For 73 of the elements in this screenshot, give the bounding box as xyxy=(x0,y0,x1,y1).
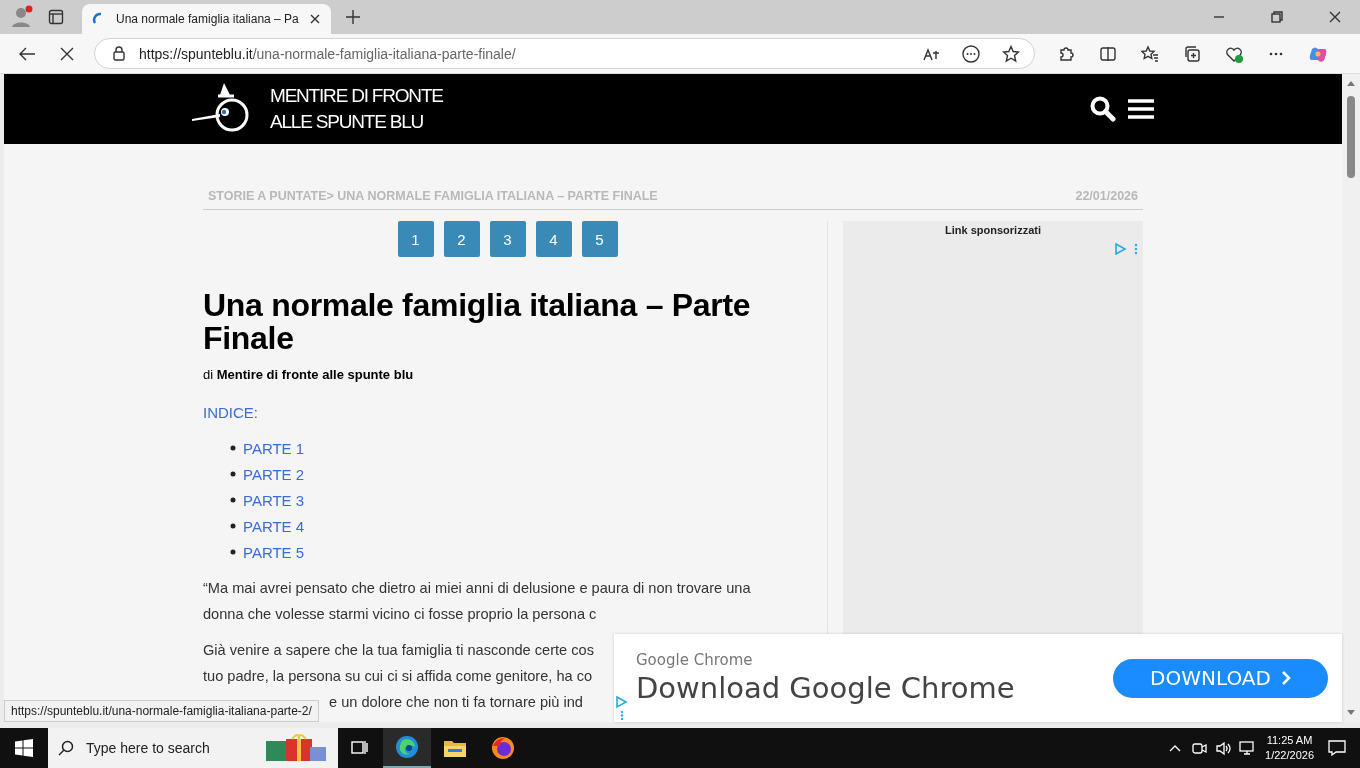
camera-icon[interactable] xyxy=(1191,740,1208,756)
paragraph-line: “Ma mai avrei pensato che dietro ai miei anni di delusione e paura di non trovare una xyxy=(203,579,751,598)
taskbar-search-field[interactable]: Type here to search xyxy=(48,728,338,768)
logo-text: MENTIRE DI FRONTE xyxy=(270,84,443,108)
index-heading: INDICE: xyxy=(203,404,259,421)
ad-label: Link sponsorizzati xyxy=(944,224,1042,236)
favorites-icon[interactable] xyxy=(1141,44,1159,63)
folder-icon[interactable] xyxy=(443,738,467,758)
page-button[interactable]: 3 xyxy=(489,221,526,257)
menu-icon[interactable] xyxy=(1128,98,1154,120)
speaker-icon[interactable] xyxy=(1215,740,1232,756)
post-date: 22/01/2026 xyxy=(1075,189,1138,203)
lock-icon xyxy=(113,46,125,61)
search-icon xyxy=(58,740,74,756)
gift-icon xyxy=(264,733,328,763)
index-link[interactable]: PARTE 2 xyxy=(243,465,305,483)
bullet-icon xyxy=(230,523,236,529)
bullet-icon xyxy=(230,497,236,503)
close-icon[interactable] xyxy=(1329,11,1341,23)
status-url: https://spunteblu.it/una-normale-famiglia-italiana-parte-2/ xyxy=(4,700,319,722)
edge-icon[interactable] xyxy=(395,735,419,759)
more-icon[interactable] xyxy=(962,44,980,63)
paragraph-line: donna che volesse starmi vicino ci fosse proprio la persona c xyxy=(203,605,597,624)
advertiser-name: Google Chrome xyxy=(636,651,754,669)
back-icon[interactable] xyxy=(18,45,36,62)
site-logo[interactable]: MENTIRE DI FRONTE ALLE SPUNTE BLU xyxy=(190,81,443,137)
scrollbar[interactable] xyxy=(1342,74,1360,722)
page-button[interactable]: 1 xyxy=(397,221,434,257)
index-link[interactable]: PARTE 1 xyxy=(243,439,305,457)
url-text: https://spunteblu.it/una-normale-famiglia-italiana-parte-finale/ xyxy=(139,45,516,62)
extensions-icon[interactable] xyxy=(1057,44,1075,63)
profile-icon[interactable] xyxy=(10,5,34,29)
notification-icon[interactable] xyxy=(1328,739,1346,757)
logo-text: ALLE SPUNTE BLU xyxy=(270,110,425,134)
address-bar[interactable]: https://spunteblu.it/una-normale-famiglia-italiana-parte-finale/ xyxy=(94,38,1035,69)
restore-icon[interactable] xyxy=(1271,11,1283,23)
split-screen-icon[interactable] xyxy=(1099,44,1117,63)
bullet-icon xyxy=(230,445,236,451)
scrollbar-thumb[interactable] xyxy=(1347,96,1355,178)
collections-icon[interactable] xyxy=(1183,44,1201,63)
scroll-down-icon[interactable] xyxy=(1347,710,1355,716)
paragraph-line: Già venire a sapere che la tua famiglia ti nasconde certe cos xyxy=(203,641,594,660)
paragraph-line: tuo padre, la persona su cui ci si affida come genitore, ha co xyxy=(203,667,593,686)
taskbar-clock[interactable]: 11:25 AM 1/22/2026 xyxy=(1265,733,1314,763)
page-button[interactable]: 2 xyxy=(443,221,480,257)
favorite-star-icon[interactable] xyxy=(1002,44,1020,63)
ad-headline: Download Google Chrome xyxy=(636,671,1015,705)
index-link[interactable]: PARTE 4 xyxy=(243,517,305,535)
index-link[interactable]: PARTE 5 xyxy=(243,543,305,561)
page-button[interactable]: 5 xyxy=(581,221,618,257)
stop-loading-icon[interactable] xyxy=(60,46,74,61)
article-title: Una normale famiglia italiana – Parte Finale xyxy=(203,289,752,355)
scroll-up-icon[interactable] xyxy=(1347,80,1355,86)
new-tab-icon[interactable] xyxy=(344,9,361,25)
page-button[interactable]: 4 xyxy=(535,221,572,257)
search-icon[interactable] xyxy=(1090,96,1116,122)
paragraph-line: e un dolore che non ti fa tornare più ind xyxy=(329,693,583,712)
translate-icon[interactable] xyxy=(922,46,940,61)
tab-title: Una normale famiglia italiana – Pa xyxy=(116,12,299,26)
bullet-icon xyxy=(230,471,236,477)
adchoices-icon[interactable] xyxy=(616,696,628,720)
windows-start-icon[interactable] xyxy=(15,739,33,757)
close-icon[interactable] xyxy=(308,13,321,25)
index-link[interactable]: PARTE 3 xyxy=(243,491,305,509)
tab-actions-icon[interactable] xyxy=(48,9,64,25)
network-icon[interactable] xyxy=(1239,740,1256,756)
chevron-right-icon xyxy=(1280,670,1291,686)
article-byline: di Mentire di fronte alle spunte blu xyxy=(203,367,415,382)
task-view-icon[interactable] xyxy=(350,739,368,757)
bullet-icon xyxy=(230,549,236,555)
download-button[interactable]: DOWNLOAD xyxy=(1113,658,1328,698)
firefox-icon[interactable] xyxy=(491,736,515,760)
browser-tab[interactable]: Una normale famiglia italiana – Pa xyxy=(82,4,331,34)
